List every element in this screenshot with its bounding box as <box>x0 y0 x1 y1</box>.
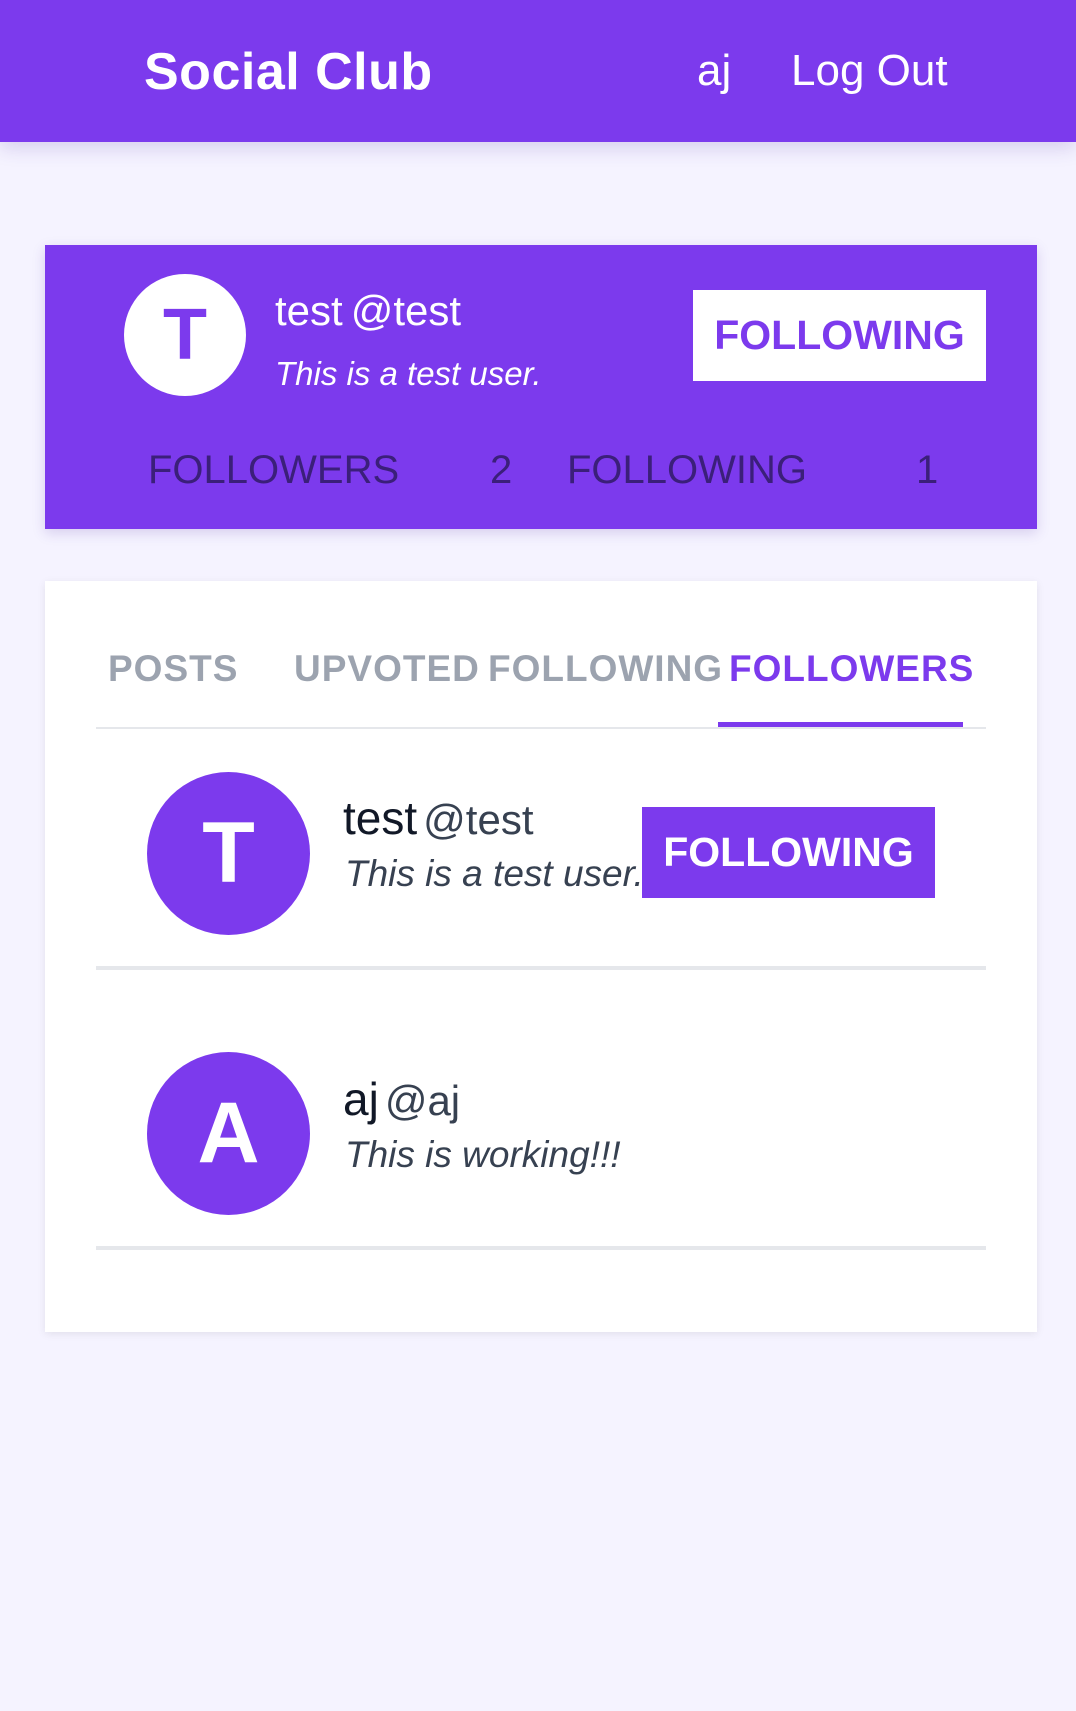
follower-name-line: test @test <box>343 791 534 845</box>
following-stat-count: 1 <box>916 448 939 492</box>
nav-username-link[interactable]: aj <box>697 46 731 96</box>
follower-bio: This is working!!! <box>345 1134 621 1175</box>
tab-posts[interactable]: POSTS <box>108 648 238 690</box>
follower-bio: This is a test user. <box>345 853 644 894</box>
follower-name[interactable]: test <box>343 792 417 844</box>
brand-logo[interactable]: Social Club <box>144 42 433 102</box>
follower-handle: @test <box>423 796 534 843</box>
active-tab-indicator <box>718 722 963 727</box>
avatar: T <box>147 772 310 935</box>
profile-bio: This is a test user. <box>275 355 542 392</box>
profile-card: T test @test This is a test user. FOLLOWI… <box>45 245 1037 529</box>
following-button[interactable]: FOLLOWING <box>642 807 935 898</box>
follower-name-line: aj @aj <box>343 1072 460 1126</box>
tab-followers[interactable]: FOLLOWERS <box>729 648 974 690</box>
tab-bar: POSTS UPVOTED FOLLOWING FOLLOWERS <box>96 621 986 729</box>
profile-name: test <box>275 287 343 334</box>
followers-stat-label: FOLLOWERS <box>148 448 400 492</box>
follower-handle: @aj <box>384 1077 461 1124</box>
following-stat-label: FOLLOWING <box>567 448 808 492</box>
profile-avatar: T <box>124 274 246 396</box>
logout-link[interactable]: Log Out <box>791 46 948 96</box>
followers-stat-count: 2 <box>490 448 513 492</box>
follower-name[interactable]: aj <box>343 1073 379 1125</box>
profile-name-line: test @test <box>275 287 461 335</box>
content-card: POSTS UPVOTED FOLLOWING FOLLOWERS T test… <box>45 581 1037 1332</box>
follower-row[interactable]: A aj @aj This is working!!! <box>96 970 986 1250</box>
tab-following[interactable]: FOLLOWING <box>488 648 723 690</box>
avatar: A <box>147 1052 310 1215</box>
profile-following-button[interactable]: FOLLOWING <box>693 290 986 381</box>
top-navbar: Social Club aj Log Out <box>0 0 1076 142</box>
tab-upvoted[interactable]: UPVOTED <box>294 648 480 690</box>
profile-handle: @test <box>350 287 462 334</box>
follower-row[interactable]: T test @test This is a test user. FOLLOWI… <box>96 729 986 970</box>
